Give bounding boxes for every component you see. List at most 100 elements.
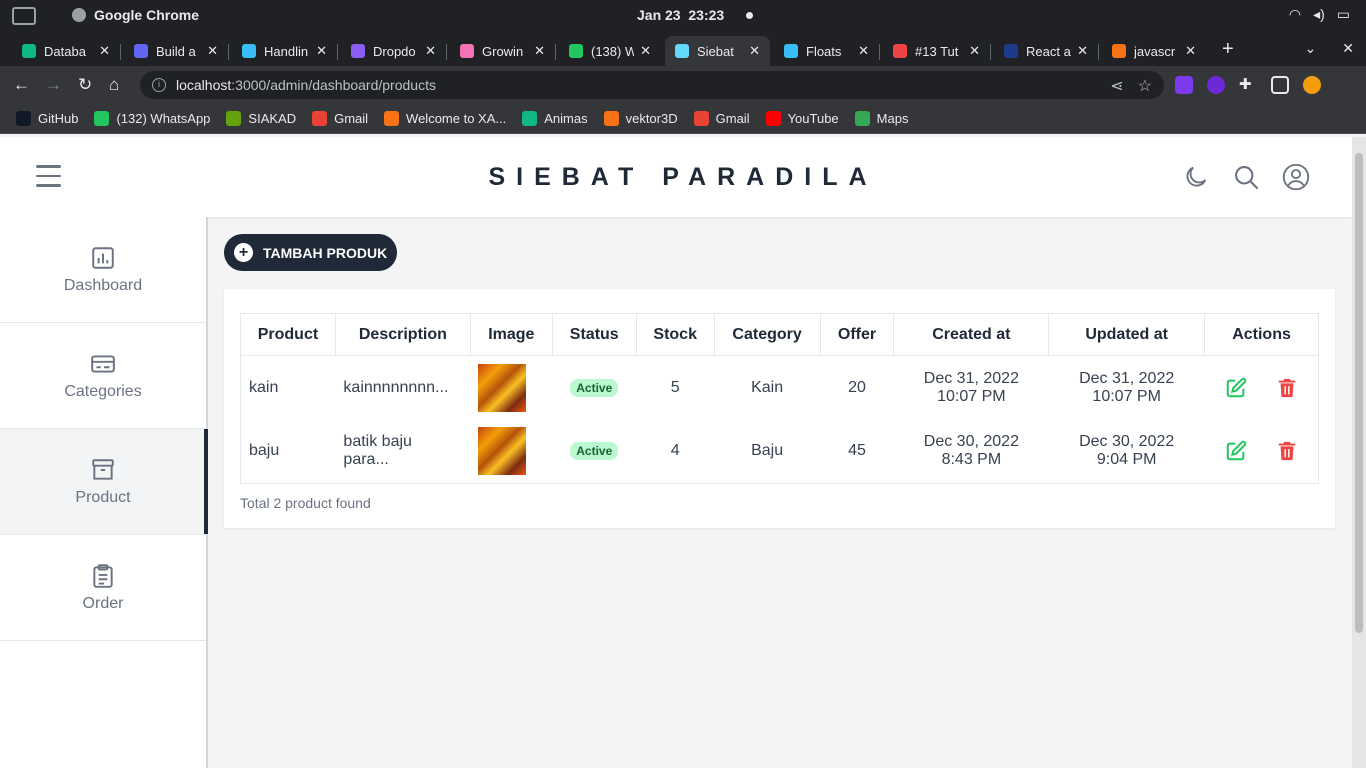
sidebar-item-dashboard[interactable]: Dashboard bbox=[0, 217, 206, 323]
col-header-description[interactable]: Description bbox=[334, 313, 471, 356]
bookmark-label: Gmail bbox=[334, 111, 369, 126]
trash-icon[interactable] bbox=[1276, 377, 1298, 399]
window-close-icon[interactable]: ✕ bbox=[1342, 40, 1354, 57]
bookmark-favicon-icon bbox=[226, 111, 242, 126]
moon-icon[interactable] bbox=[1182, 163, 1210, 191]
bookmark-item[interactable]: Maps bbox=[854, 111, 908, 126]
tab-close-icon[interactable]: ✕ bbox=[316, 43, 327, 59]
browser-tab[interactable]: Handlin ✕ bbox=[232, 36, 337, 66]
updated-date: Dec 30, 2022 bbox=[1079, 433, 1175, 451]
bookmark-item[interactable]: YouTube bbox=[765, 111, 839, 126]
system-tray[interactable]: ◠ ◂) ▭ bbox=[1289, 6, 1350, 23]
new-tab-button[interactable]: + bbox=[1222, 38, 1234, 61]
tab-close-icon[interactable]: ✕ bbox=[858, 43, 869, 59]
tab-close-icon[interactable]: ✕ bbox=[207, 43, 218, 59]
home-icon[interactable]: ⌂ bbox=[109, 75, 119, 95]
bookmark-favicon-icon bbox=[603, 111, 619, 126]
col-header-offer[interactable]: Offer bbox=[819, 313, 895, 356]
col-header-category[interactable]: Category bbox=[713, 313, 821, 356]
trash-icon[interactable] bbox=[1276, 440, 1298, 462]
back-icon[interactable]: ← bbox=[13, 75, 30, 95]
sidebar-item-categories[interactable]: Categories bbox=[0, 323, 206, 429]
table-row: baju batik baju para... Active 4 Baju 45 … bbox=[240, 419, 1319, 484]
activities-icon[interactable] bbox=[12, 7, 36, 25]
user-circle-icon[interactable] bbox=[1282, 163, 1310, 191]
bookmark-item[interactable]: (132) WhatsApp bbox=[94, 111, 210, 126]
bookmark-item[interactable]: Gmail bbox=[312, 111, 368, 126]
browser-tab[interactable]: Growin ✕ bbox=[450, 36, 555, 66]
bookmark-item[interactable]: SIAKAD bbox=[226, 111, 296, 126]
tab-close-icon[interactable]: ✕ bbox=[749, 43, 760, 59]
card-icon bbox=[91, 354, 115, 373]
browser-tab[interactable]: Floats ✕ bbox=[774, 36, 879, 66]
tab-title: Databa bbox=[44, 43, 86, 59]
sidepanel-icon[interactable] bbox=[1271, 76, 1289, 94]
profile-avatar[interactable] bbox=[1303, 76, 1321, 94]
col-header-status[interactable]: Status bbox=[551, 313, 637, 356]
col-header-stock[interactable]: Stock bbox=[635, 313, 715, 356]
browser-tab[interactable]: Dropdo ✕ bbox=[341, 36, 446, 66]
download-icon[interactable] bbox=[1207, 76, 1225, 94]
browser-tab[interactable]: (138) W ✕ bbox=[559, 36, 661, 66]
bookmark-favicon-icon bbox=[16, 111, 31, 126]
col-header-updated[interactable]: Updated at bbox=[1048, 313, 1206, 356]
col-header-product[interactable]: Product bbox=[240, 313, 336, 356]
reload-icon[interactable]: ↻ bbox=[78, 75, 92, 95]
sidebar-item-order[interactable]: Order bbox=[0, 535, 206, 641]
product-description: kainnnnnnnn... bbox=[343, 378, 449, 396]
updated-at: Dec 30, 2022 9:04 PM bbox=[1048, 419, 1205, 484]
bookmark-item[interactable]: GitHub bbox=[16, 111, 78, 126]
product-thumbnail[interactable] bbox=[478, 427, 527, 476]
search-icon[interactable] bbox=[1232, 163, 1260, 191]
share-icon[interactable]: ⋖ bbox=[1110, 76, 1123, 96]
tab-close-icon[interactable]: ✕ bbox=[425, 43, 436, 59]
browser-tab[interactable]: javascr ✕ bbox=[1102, 36, 1206, 66]
edit-icon[interactable] bbox=[1225, 377, 1247, 399]
tab-close-icon[interactable]: ✕ bbox=[969, 43, 980, 59]
bookmark-star-icon[interactable]: ☆ bbox=[1138, 76, 1152, 96]
address-bar[interactable]: i localhost:3000/admin/dashboard/product… bbox=[140, 71, 1164, 99]
edit-icon[interactable] bbox=[1225, 440, 1247, 462]
offer-value: 45 bbox=[820, 419, 894, 484]
tab-close-icon[interactable]: ✕ bbox=[99, 43, 110, 59]
bookmark-item[interactable]: Welcome to XA... bbox=[384, 111, 506, 126]
sidebar-item-product[interactable]: Product bbox=[0, 429, 208, 535]
tab-close-icon[interactable]: ✕ bbox=[640, 43, 651, 59]
table-footer-count: Total 2 product found bbox=[240, 495, 371, 511]
tab-favicon-icon bbox=[22, 44, 36, 58]
forward-icon[interactable]: → bbox=[45, 75, 62, 95]
browser-tab[interactable]: #13 Tut ✕ bbox=[883, 36, 990, 66]
clipboard-icon bbox=[93, 563, 113, 588]
tab-separator bbox=[990, 44, 991, 60]
bookmark-item[interactable]: Animas bbox=[522, 111, 588, 126]
browser-tab[interactable]: React a ✕ bbox=[994, 36, 1098, 66]
col-header-image[interactable]: Image bbox=[469, 313, 553, 356]
add-product-button[interactable]: + TAMBAH PRODUK bbox=[224, 234, 398, 271]
tab-close-icon[interactable]: ✕ bbox=[1185, 43, 1196, 59]
extension-icon[interactable] bbox=[1175, 76, 1193, 94]
bookmark-item[interactable]: vektor3D bbox=[603, 111, 678, 126]
tab-close-icon[interactable]: ✕ bbox=[534, 43, 545, 59]
tab-search-icon[interactable]: ⌄ bbox=[1305, 40, 1317, 57]
clock[interactable]: Jan 23 23:23 bbox=[637, 7, 724, 23]
plus-circle-icon: + bbox=[234, 243, 253, 262]
col-header-created[interactable]: Created at bbox=[893, 313, 1050, 356]
stock-value: 5 bbox=[670, 378, 680, 396]
tab-separator bbox=[555, 44, 556, 60]
puzzle-icon[interactable]: ✚ bbox=[1239, 76, 1257, 94]
tab-separator bbox=[1098, 44, 1099, 60]
site-info-icon[interactable]: i bbox=[152, 78, 166, 92]
bookmark-label: Welcome to XA... bbox=[406, 111, 507, 126]
tab-close-icon[interactable]: ✕ bbox=[1077, 43, 1088, 59]
scrollbar-thumb[interactable] bbox=[1355, 153, 1363, 633]
browser-tab[interactable]: Siebat ✕ bbox=[665, 36, 770, 66]
notification-dot bbox=[746, 12, 753, 19]
product-thumbnail[interactable] bbox=[478, 363, 527, 412]
product-image-cell bbox=[470, 419, 553, 484]
tab-favicon-icon bbox=[1112, 44, 1126, 58]
bookmark-item[interactable]: Gmail bbox=[693, 111, 750, 126]
browser-tab[interactable]: Build a ✕ bbox=[124, 36, 228, 66]
browser-tab[interactable]: Databa ✕ bbox=[12, 36, 120, 66]
app-menu[interactable]: Google Chrome bbox=[72, 7, 199, 23]
page-scrollbar[interactable] bbox=[1352, 137, 1366, 768]
